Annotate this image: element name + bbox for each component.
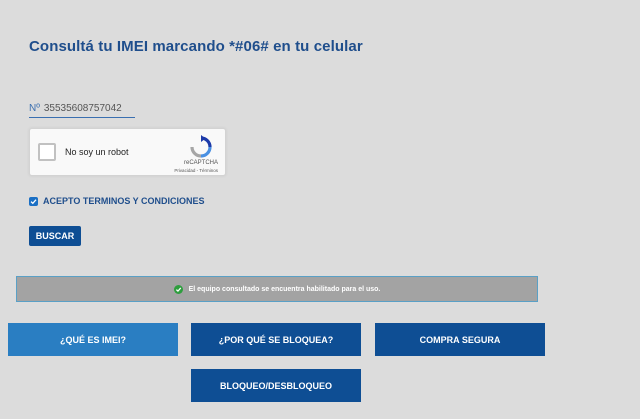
bloqueo-desbloqueo-button[interactable]: BLOQUEO/DESBLOQUEO	[191, 369, 361, 402]
recaptcha-label: No soy un robot	[65, 147, 129, 157]
search-button[interactable]: BUSCAR	[29, 226, 81, 246]
por-que-se-bloquea-button[interactable]: ¿POR QUÉ SE BLOQUEA?	[191, 323, 361, 356]
terms-label: ACEPTO TERMINOS Y CONDICIONES	[43, 196, 205, 206]
result-banner: El equipo consultado se encuentra habili…	[16, 276, 538, 302]
check-circle-icon	[173, 284, 183, 294]
imei-prefix-label: Nº	[29, 103, 40, 114]
recaptcha-checkbox[interactable]	[38, 143, 56, 161]
page-title: Consultá tu IMEI marcando *#06# en tu ce…	[29, 38, 363, 55]
recaptcha-links[interactable]: Privacidad - Términos	[174, 168, 218, 173]
recaptcha-logo-icon	[189, 135, 213, 159]
recaptcha-widget: No soy un robot reCAPTCHA Privacidad - T…	[29, 128, 226, 176]
imei-field: Nº	[29, 100, 135, 118]
que-es-imei-button[interactable]: ¿QUÉ ES IMEI?	[8, 323, 178, 356]
terms-checkbox-row[interactable]: ACEPTO TERMINOS Y CONDICIONES	[29, 196, 205, 206]
compra-segura-button[interactable]: COMPRA SEGURA	[375, 323, 545, 356]
result-message: El equipo consultado se encuentra habili…	[188, 285, 381, 293]
imei-input[interactable]	[43, 103, 132, 114]
check-icon[interactable]	[29, 196, 38, 206]
recaptcha-brand: reCAPTCHA	[183, 160, 218, 166]
